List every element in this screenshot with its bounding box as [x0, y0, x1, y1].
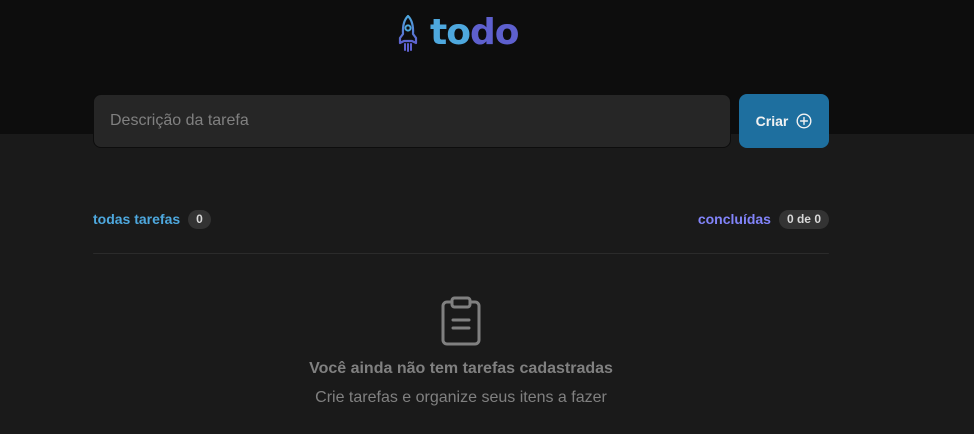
new-task-form: Criar: [93, 94, 829, 148]
rocket-icon: [398, 14, 418, 52]
list-divider: [93, 253, 829, 254]
task-summary: todas tarefas 0 concluídas 0 de 0: [93, 208, 829, 230]
empty-state-subtitle: Crie tarefas e organize seus itens a faz…: [315, 389, 607, 406]
logo-text-to: to: [430, 12, 471, 53]
task-description-input[interactable]: [93, 94, 731, 148]
created-tasks-label: todas tarefas: [93, 211, 181, 227]
create-button-label: Criar: [755, 113, 789, 129]
logo-text: todo: [430, 12, 520, 54]
created-tasks-counter: 0: [188, 209, 211, 229]
created-tasks-summary: todas tarefas 0: [93, 209, 211, 229]
done-tasks-counter: 0 de 0: [778, 209, 829, 229]
done-tasks-label: concluídas: [697, 211, 771, 227]
create-button[interactable]: Criar: [739, 94, 829, 148]
plus-circle-icon: [796, 113, 812, 129]
empty-state-title: Você ainda não tem tarefas cadastradas: [309, 360, 613, 377]
empty-state: Você ainda não tem tarefas cadastradas C…: [93, 296, 829, 409]
logo-text-do: do: [469, 12, 520, 53]
done-tasks-summary: concluídas 0 de 0: [697, 209, 829, 229]
clipboard-icon: [441, 296, 481, 346]
app-logo: todo: [396, 12, 520, 54]
